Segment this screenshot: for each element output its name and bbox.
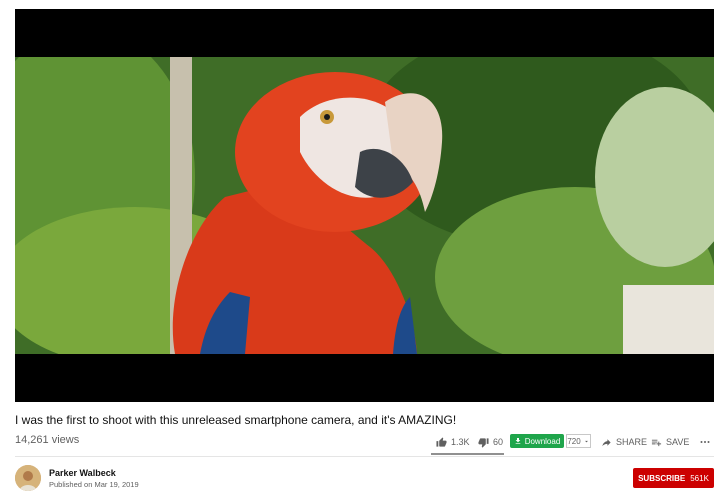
share-icon (602, 438, 611, 446)
like-button[interactable]: 1.3K (436, 433, 470, 451)
subscribe-button[interactable]: SUBSCRIBE 561K (633, 468, 714, 488)
download-label: Download (524, 436, 561, 446)
save-label: SAVE (666, 437, 690, 447)
avatar[interactable] (15, 465, 41, 491)
thumbs-up-icon (436, 436, 447, 447)
like-count: 1.3K (451, 437, 470, 447)
channel-name[interactable]: Parker Walbeck (49, 468, 116, 478)
quality-select[interactable]: 720 (566, 434, 591, 448)
share-button[interactable]: SHARE (601, 433, 647, 451)
more-icon (700, 441, 710, 443)
divider (15, 456, 714, 457)
dislike-count: 60 (493, 437, 504, 447)
save-icon (651, 439, 662, 446)
publish-date: Published on Mar 19, 2019 (49, 480, 139, 489)
chevron-down-icon (584, 440, 588, 442)
sentiment-fill (431, 453, 501, 455)
avatar-image (15, 465, 41, 491)
view-count: 14,261 views (15, 434, 80, 446)
save-button[interactable]: SAVE (651, 433, 689, 451)
thumbs-down-icon (478, 437, 489, 448)
subscribe-label: SUBSCRIBE (638, 473, 686, 483)
dislike-button[interactable]: 60 (478, 433, 503, 451)
parrot-scene (15, 57, 714, 354)
download-icon (515, 438, 521, 444)
download-button[interactable]: Download (510, 434, 564, 448)
video-title: I was the first to shoot with this unrel… (15, 413, 457, 427)
share-label: SHARE (616, 437, 648, 447)
video-player[interactable] (15, 9, 714, 402)
quality-value: 720 (567, 436, 581, 446)
subscriber-count: 561K (690, 473, 709, 483)
more-button[interactable] (699, 433, 715, 451)
sentiment-bar (431, 453, 504, 455)
video-frame[interactable] (15, 57, 714, 354)
